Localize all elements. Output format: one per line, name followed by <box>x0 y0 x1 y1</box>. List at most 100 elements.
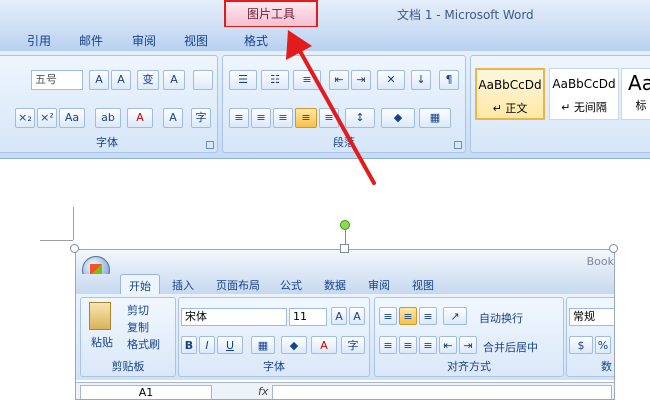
excel-fill-color-icon: ◆ <box>281 336 307 354</box>
excel-font-group: 宋体 11 A A B I U ▦ ◆ A 字 字体 <box>178 297 370 377</box>
excel-number-group: 常规 $ % 数 <box>566 297 614 377</box>
superscript-button[interactable]: ×² <box>37 108 57 128</box>
shading-icon[interactable]: ◆ <box>381 108 415 128</box>
formula-input <box>272 385 612 399</box>
fx-icon: fx <box>258 385 269 398</box>
paste-label: 粘贴 <box>91 336 113 349</box>
excel-font-size: 11 <box>289 308 327 326</box>
copy-label: 复制 <box>127 321 149 334</box>
margin-marker-vertical <box>73 207 74 240</box>
subscript-button[interactable]: ×₂ <box>15 108 35 128</box>
merge-center-label: 合并后居中 <box>483 341 538 354</box>
sort-icon[interactable]: ↓ <box>411 70 431 90</box>
format-painter-label: 格式刷 <box>127 338 160 351</box>
excel-font-color-icon: A <box>311 336 337 354</box>
clear-format-button[interactable]: 变 <box>137 70 159 90</box>
align-left-icon[interactable]: ≡ <box>229 108 249 128</box>
excel-number-group-label: 数 <box>601 360 612 373</box>
cut-label: 剪切 <box>127 304 149 317</box>
decrease-indent-icon[interactable]: ⇤ <box>329 70 349 90</box>
resize-handle-top-middle[interactable] <box>340 244 349 253</box>
paragraph-dialog-launcher-icon[interactable] <box>454 141 462 149</box>
word-tab-bar: 引用 邮件 审阅 视图 格式 <box>0 27 650 51</box>
excel-top-align-icon: ≡ <box>379 307 397 325</box>
wrap-text-label: 自动换行 <box>479 312 523 325</box>
tab-references[interactable]: 引用 <box>27 32 51 49</box>
show-marks-icon[interactable]: ¶ <box>439 70 459 90</box>
excel-tab-review: 审阅 <box>368 279 390 292</box>
word-window-title: 文档 1 - Microsoft Word <box>397 8 534 22</box>
style-heading[interactable]: Aa 标 <box>621 68 650 120</box>
name-box: A1 <box>80 385 212 399</box>
word-paragraph-group: ☰ ☷ ≡ ⇤ ⇥ ✕ ↓ ¶ ≡ ≡ ≡ ≡ ≡ ↕ ◆ ▦ 段落 <box>222 55 466 153</box>
excel-title-bar: Book <box>76 250 614 274</box>
enclose-char-button[interactable]: 字 <box>191 108 211 128</box>
excel-percent-button: % <box>595 336 611 354</box>
excel-tab-home: 开始 <box>120 274 160 294</box>
margin-marker-horizontal <box>40 240 73 241</box>
excel-accounting-icon: $ <box>569 336 593 354</box>
paragraph-group-label: 段落 <box>333 136 355 149</box>
excel-tab-data: 数据 <box>324 279 346 292</box>
embedded-excel-picture[interactable]: Book 开始 插入 页面布局 公式 数据 审阅 视图 粘贴 剪切 复制 格式刷… <box>75 249 615 400</box>
excel-middle-align-icon: ≡ <box>399 307 417 325</box>
line-spacing-icon[interactable]: ↕ <box>345 108 375 128</box>
tab-mailings[interactable]: 邮件 <box>79 32 103 49</box>
excel-italic-button: I <box>199 336 215 354</box>
excel-tab-bar: 开始 插入 页面布局 公式 数据 审阅 视图 <box>76 274 614 294</box>
rotation-handle[interactable] <box>340 220 350 230</box>
style-no-spacing[interactable]: AaBbCcDd ↵ 无间隔 <box>549 68 619 120</box>
word-ribbon: 五号 A A 变 A ×₂ ×² Aa ab A A 字 字体 ☰ ☷ ≡ ⇤ … <box>0 51 650 159</box>
tab-view[interactable]: 视图 <box>184 32 208 49</box>
distributed-icon[interactable]: ≡ <box>319 108 339 128</box>
highlight-button[interactable]: ab <box>95 108 121 128</box>
excel-alignment-group: ≡ ≡ ≡ ↗ 自动换行 ≡ ≡ ≡ ⇤ ⇥ 合并后居中 对齐方式 <box>374 297 564 377</box>
excel-alignment-group-label: 对齐方式 <box>447 360 491 373</box>
increase-indent-icon[interactable]: ⇥ <box>351 70 371 90</box>
excel-book-title: Book <box>586 255 614 268</box>
excel-formula-bar: A1 fx <box>76 382 614 399</box>
align-center-icon[interactable]: ≡ <box>251 108 271 128</box>
excel-bottom-align-icon: ≡ <box>419 307 437 325</box>
justify-icon[interactable]: ≡ <box>295 108 317 128</box>
excel-align-center-icon: ≡ <box>399 336 417 354</box>
tab-format[interactable]: 格式 <box>244 32 268 49</box>
font-color-button[interactable]: A <box>127 108 153 128</box>
style-normal[interactable]: AaBbCcDd ↵ 正文 <box>475 68 545 120</box>
excel-align-left-icon: ≡ <box>379 336 397 354</box>
excel-tab-page-layout: 页面布局 <box>216 279 260 292</box>
clipboard-group-label: 剪贴板 <box>111 360 145 373</box>
word-styles-group: AaBbCcDd ↵ 正文 AaBbCcDd ↵ 无间隔 Aa 标 <box>470 55 650 153</box>
multilevel-list-icon[interactable]: ≡ <box>293 70 321 90</box>
excel-phonetic-icon: 字 <box>341 336 365 354</box>
excel-shrink-font-icon: A <box>349 307 365 325</box>
char-shading-button[interactable]: A <box>163 108 183 128</box>
word-title-bar: 文档 1 - Microsoft Word <box>0 0 650 27</box>
excel-align-right-icon: ≡ <box>419 336 437 354</box>
excel-bold-button: B <box>181 336 197 354</box>
excel-clipboard-group: 粘贴 剪切 复制 格式刷 剪贴板 <box>80 297 176 377</box>
grow-font-button[interactable]: A <box>89 70 109 90</box>
numbering-icon[interactable]: ☷ <box>261 70 289 90</box>
shrink-font-button[interactable]: A <box>111 70 131 90</box>
char-border-button[interactable] <box>193 70 213 90</box>
font-group-label: 字体 <box>96 136 118 149</box>
word-font-group: 五号 A A 变 A ×₂ ×² Aa ab A A 字 字体 <box>0 55 218 153</box>
resize-handle-top-left[interactable] <box>70 244 79 253</box>
resize-handle-top-right[interactable] <box>609 244 618 253</box>
phonetic-guide-button[interactable]: A <box>163 70 185 90</box>
excel-tab-formulas: 公式 <box>280 279 302 292</box>
word-window: 文档 1 - Microsoft Word 图片工具 引用 邮件 审阅 视图 格… <box>0 0 650 162</box>
borders-icon[interactable]: ▦ <box>419 108 451 128</box>
excel-ribbon: 粘贴 剪切 复制 格式刷 剪贴板 宋体 11 A A B I U ▦ ◆ A 字… <box>76 294 614 380</box>
picture-tools-contextual-tab[interactable]: 图片工具 <box>224 0 318 28</box>
align-right-icon[interactable]: ≡ <box>273 108 293 128</box>
change-case-button[interactable]: Aa <box>59 108 85 128</box>
excel-orientation-icon: ↗ <box>443 307 467 325</box>
chinese-layout-icon[interactable]: ✕ <box>377 70 405 90</box>
font-dialog-launcher-icon[interactable] <box>206 141 214 149</box>
bullets-icon[interactable]: ☰ <box>229 70 257 90</box>
excel-increase-indent-icon: ⇥ <box>459 336 477 354</box>
tab-review[interactable]: 审阅 <box>132 32 156 49</box>
font-size-select[interactable]: 五号 <box>31 70 83 90</box>
